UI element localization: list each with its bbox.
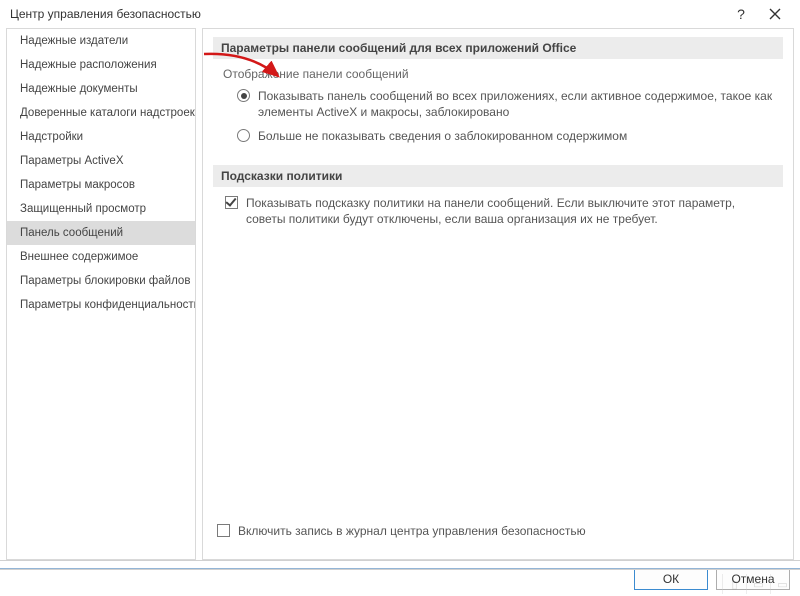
radio-hide-messagebar-row[interactable]: Больше не показывать сведения о заблокир…: [237, 128, 777, 144]
section-header-messagebar: Параметры панели сообщений для всех прил…: [213, 37, 783, 59]
sidebar-item-trusted-publishers[interactable]: Надежные издатели: [7, 29, 195, 53]
footer-separator: [0, 568, 800, 570]
sidebar-nav: Надежные издатели Надежные расположения …: [6, 28, 196, 560]
log-section: Включить запись в журнал центра управлен…: [213, 516, 783, 553]
help-icon[interactable]: ?: [724, 0, 758, 28]
checkbox-policy-label: Показывать подсказку политики на панели …: [246, 195, 777, 227]
titlebar: Центр управления безопасностью ?: [0, 0, 800, 28]
sidebar-item-activex[interactable]: Параметры ActiveX: [7, 149, 195, 173]
content-spacer: [213, 247, 783, 516]
checkbox-policy-tips[interactable]: [225, 196, 238, 209]
window-title: Центр управления безопасностью: [10, 7, 724, 21]
sidebar-item-macro-settings[interactable]: Параметры макросов: [7, 173, 195, 197]
checkbox-enable-log[interactable]: [217, 524, 230, 537]
sidebar-item-file-block[interactable]: Параметры блокировки файлов: [7, 269, 195, 293]
log-check-row[interactable]: Включить запись в журнал центра управлен…: [217, 523, 781, 539]
dialog-body: Надежные издатели Надежные расположения …: [0, 28, 800, 560]
statusbar-fragment: ▯ ▭ ▭: [722, 572, 794, 596]
radio-show-messagebar[interactable]: [237, 89, 250, 102]
radio-hide-label: Больше не показывать сведения о заблокир…: [258, 128, 777, 144]
close-icon[interactable]: [758, 0, 792, 28]
statusbar-icon: ▯: [722, 574, 746, 594]
section-body-policy: Показывать подсказку политики на панели …: [213, 187, 783, 247]
sidebar-item-trusted-addon-catalogs[interactable]: Доверенные каталоги надстроек: [7, 101, 195, 125]
radio-hide-messagebar[interactable]: [237, 129, 250, 142]
section-body-messagebar: Отображение панели сообщений Показывать …: [213, 59, 783, 165]
checkbox-log-label: Включить запись в журнал центра управлен…: [238, 523, 781, 539]
ok-button[interactable]: ОК: [634, 568, 708, 590]
trust-center-window: Центр управления безопасностью ? Надежны…: [0, 0, 800, 596]
radio-show-messagebar-row[interactable]: Показывать панель сообщений во всех прил…: [237, 88, 777, 120]
sidebar-item-protected-view[interactable]: Защищенный просмотр: [7, 197, 195, 221]
radio-show-label: Показывать панель сообщений во всех прил…: [258, 88, 777, 120]
section-header-policy: Подсказки политики: [213, 165, 783, 187]
messagebar-display-subheading: Отображение панели сообщений: [223, 67, 777, 81]
dialog-footer: ОК Отмена: [0, 560, 800, 596]
sidebar-item-trusted-documents[interactable]: Надежные документы: [7, 77, 195, 101]
sidebar-item-privacy[interactable]: Параметры конфиденциальности: [7, 293, 195, 317]
statusbar-icon: ▭: [770, 574, 794, 594]
sidebar-item-message-bar[interactable]: Панель сообщений: [7, 221, 195, 245]
sidebar-item-addins[interactable]: Надстройки: [7, 125, 195, 149]
sidebar-item-trusted-locations[interactable]: Надежные расположения: [7, 53, 195, 77]
statusbar-icon: ▭: [746, 574, 770, 594]
sidebar-item-external-content[interactable]: Внешнее содержимое: [7, 245, 195, 269]
content-panel: Параметры панели сообщений для всех прил…: [202, 28, 794, 560]
policy-tips-check-row[interactable]: Показывать подсказку политики на панели …: [225, 195, 777, 227]
